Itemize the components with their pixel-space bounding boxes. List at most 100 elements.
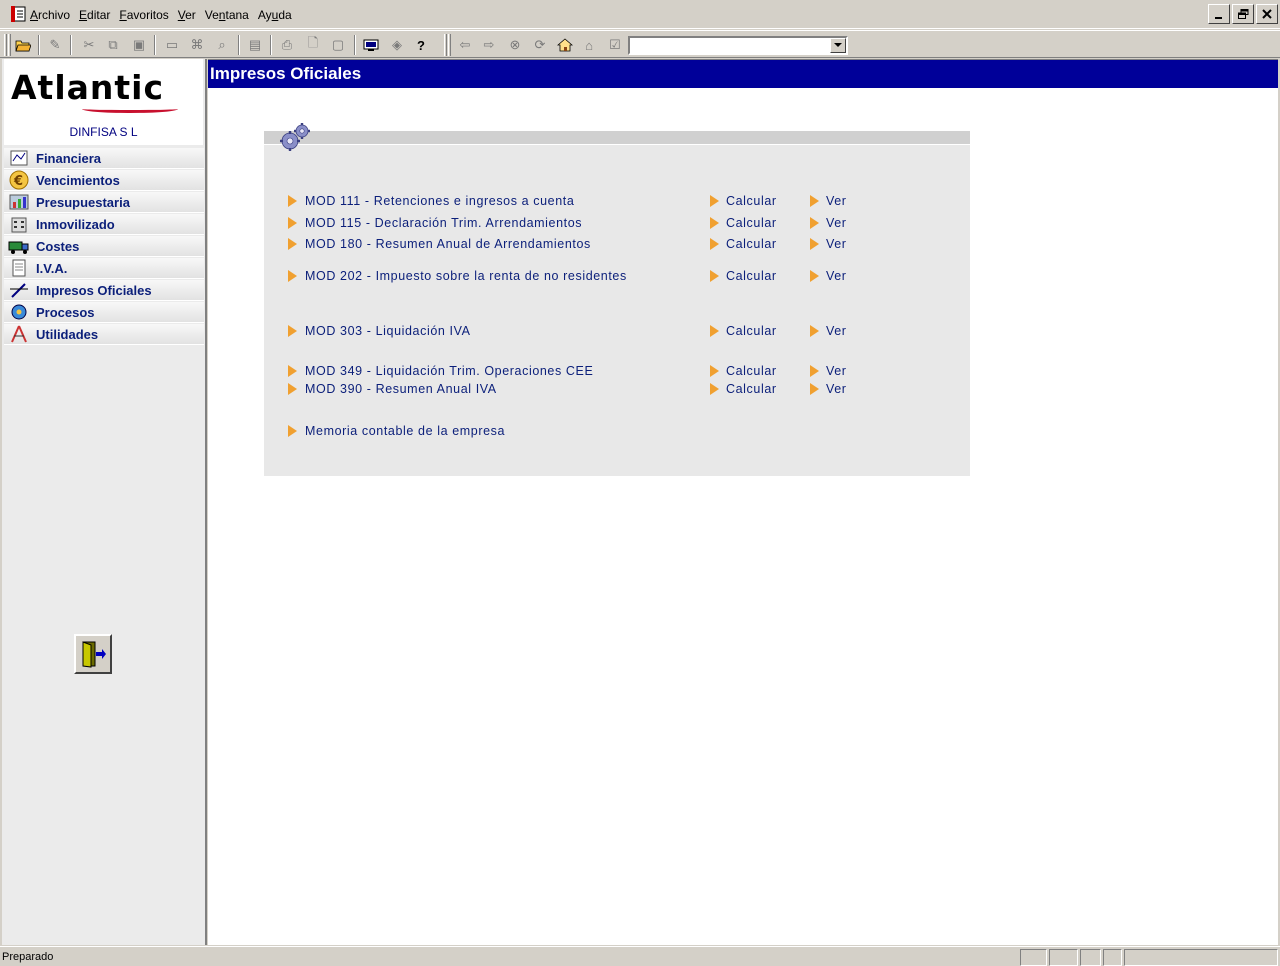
memoria-link[interactable]: Memoria contable de la empresa bbox=[305, 424, 505, 438]
menu-label-part: E bbox=[79, 8, 88, 22]
gears-icon bbox=[278, 121, 312, 153]
menu-label-part: da bbox=[278, 8, 292, 22]
svg-text:€: € bbox=[13, 174, 23, 189]
menu-ayuda[interactable]: Ayuda bbox=[258, 7, 297, 23]
print-preview-icon[interactable]: 🗋 bbox=[304, 35, 322, 54]
status-cell bbox=[1080, 949, 1101, 966]
history-icon[interactable]: ☑ bbox=[606, 36, 624, 54]
form-link[interactable]: MOD 202 - Impuesto sobre la renta de no … bbox=[305, 269, 627, 283]
menu-archivo[interactable]: Archivo bbox=[30, 7, 75, 23]
stop-icon[interactable]: ⊗ bbox=[506, 36, 524, 54]
sidebar-item-vencimientos[interactable]: € Vencimientos bbox=[4, 170, 204, 191]
calcular-link[interactable]: Calcular bbox=[726, 269, 777, 283]
ver-link[interactable]: Ver bbox=[826, 364, 847, 378]
back-icon[interactable]: ⇦ bbox=[456, 36, 474, 54]
form-link[interactable]: MOD 180 - Resumen Anual de Arrendamiento… bbox=[305, 237, 591, 251]
menu-label-part: V bbox=[177, 8, 186, 22]
ver-link[interactable]: Ver bbox=[826, 324, 847, 338]
sidebar-item-label: Presupuestaria bbox=[36, 194, 130, 210]
sidebar-item-procesos[interactable]: Procesos bbox=[4, 302, 204, 323]
ver-link[interactable]: Ver bbox=[826, 269, 847, 283]
arrow-right-icon bbox=[810, 365, 819, 377]
pen-icon bbox=[8, 280, 30, 300]
status-cell bbox=[1020, 949, 1047, 966]
calcular-link[interactable]: Calcular bbox=[726, 382, 777, 396]
dropdown-arrow-icon[interactable] bbox=[830, 38, 846, 53]
arrow-right-icon bbox=[710, 238, 719, 250]
ver-link[interactable]: Ver bbox=[826, 216, 847, 230]
ver-link[interactable]: Ver bbox=[826, 237, 847, 251]
toolbar-grip[interactable] bbox=[444, 34, 447, 56]
gear-icon bbox=[8, 302, 30, 322]
close-button[interactable] bbox=[1256, 4, 1278, 24]
restore-button[interactable] bbox=[1232, 4, 1254, 24]
form-link[interactable]: MOD 115 - Declaración Trim. Arrendamient… bbox=[305, 216, 582, 230]
menu-editar[interactable]: Editar bbox=[79, 7, 115, 23]
arrow-right-icon bbox=[288, 238, 297, 250]
sidebar: Atlantic DINFISA S L Financiera € Vencimie… bbox=[0, 59, 207, 945]
form-link[interactable]: MOD 111 - Retenciones e ingresos a cuent… bbox=[305, 194, 574, 208]
home-icon[interactable] bbox=[556, 36, 574, 54]
ver-link[interactable]: Ver bbox=[826, 194, 847, 208]
sidebar-item-i-v-a[interactable]: I.V.A. bbox=[4, 258, 204, 279]
sidebar-item-utilidades[interactable]: Utilidades bbox=[4, 324, 204, 345]
sidebar-item-inmovilizado[interactable]: Inmovilizado bbox=[4, 214, 204, 235]
menu-ver[interactable]: Ver bbox=[178, 7, 201, 23]
menu-bar: Archivo Editar Favoritos Ver Ventana Ayuda bbox=[0, 0, 1280, 29]
calcular-link[interactable]: Calcular bbox=[726, 364, 777, 378]
calcular-link[interactable]: Calcular bbox=[726, 194, 777, 208]
menu-label-part: tana bbox=[225, 8, 249, 22]
print-icon[interactable]: ⎙ bbox=[278, 36, 296, 54]
toolbar-grip[interactable] bbox=[4, 34, 7, 56]
form-row: MOD 115 - Declaración Trim. Arrendamient… bbox=[288, 215, 968, 233]
search-icon[interactable]: ⌕ bbox=[213, 36, 231, 54]
calcular-link[interactable]: Calcular bbox=[726, 216, 777, 230]
save-icon[interactable]: ▢ bbox=[329, 36, 347, 54]
form-row: MOD 202 - Impuesto sobre la renta de no … bbox=[288, 268, 968, 286]
copy-icon[interactable]: ⧉ bbox=[104, 36, 122, 54]
minimize-button[interactable] bbox=[1208, 4, 1230, 24]
find-icon[interactable]: ⌘ bbox=[188, 36, 206, 54]
arrow-right-icon bbox=[810, 238, 819, 250]
refresh-icon[interactable]: ⟳ bbox=[531, 36, 549, 54]
compass-icon bbox=[8, 324, 30, 344]
sidebar-item-label: Vencimientos bbox=[36, 172, 120, 188]
status-bar: Preparado bbox=[0, 946, 1280, 966]
cut-icon[interactable]: ✂ bbox=[80, 36, 98, 54]
menu-label-part: F bbox=[119, 8, 127, 22]
memoria-row: Memoria contable de la empresa bbox=[288, 423, 968, 441]
menu-label-part: er bbox=[185, 8, 196, 22]
tag-icon[interactable]: ◈ bbox=[388, 36, 406, 54]
favorites-icon[interactable]: ⌂ bbox=[580, 36, 598, 54]
address-combobox[interactable] bbox=[628, 36, 848, 55]
ver-link[interactable]: Ver bbox=[826, 382, 847, 396]
sidebar-item-presupuestaria[interactable]: Presupuestaria bbox=[4, 192, 204, 213]
monitor-icon[interactable] bbox=[362, 36, 380, 54]
menu-favoritos[interactable]: Favoritos bbox=[119, 7, 173, 23]
sidebar-item-financiera[interactable]: Financiera bbox=[4, 148, 204, 169]
form-link[interactable]: MOD 349 - Liquidación Trim. Operaciones … bbox=[305, 364, 593, 378]
window-icon[interactable]: ▭ bbox=[163, 36, 181, 54]
calcular-link[interactable]: Calcular bbox=[726, 237, 777, 251]
arrow-right-icon bbox=[288, 217, 297, 229]
arrow-right-icon bbox=[810, 383, 819, 395]
edit-icon[interactable]: ✎ bbox=[46, 36, 64, 54]
form-link[interactable]: MOD 303 - Liquidación IVA bbox=[305, 324, 471, 338]
calcular-link[interactable]: Calcular bbox=[726, 324, 777, 338]
arrow-right-icon bbox=[710, 195, 719, 207]
sidebar-item-label: Impresos Oficiales bbox=[36, 282, 152, 298]
form-link[interactable]: MOD 390 - Resumen Anual IVA bbox=[305, 382, 497, 396]
sidebar-item-impresos-oficiales[interactable]: Impresos Oficiales bbox=[4, 280, 204, 301]
sidebar-item-costes[interactable]: Costes bbox=[4, 236, 204, 257]
menu-ventana[interactable]: Ventana bbox=[205, 7, 254, 23]
open-icon[interactable] bbox=[14, 36, 32, 54]
scanner-icon[interactable]: ▤ bbox=[246, 36, 264, 54]
exit-button[interactable] bbox=[74, 634, 112, 674]
toolbar-grip[interactable] bbox=[8, 34, 11, 56]
toolbar-grip[interactable] bbox=[448, 34, 451, 56]
app-document-icon bbox=[10, 5, 26, 23]
forward-icon[interactable]: ⇨ bbox=[480, 36, 498, 54]
help-icon[interactable]: ? bbox=[412, 36, 430, 54]
paste-icon[interactable]: ▣ bbox=[130, 36, 148, 54]
form-row: MOD 111 - Retenciones e ingresos a cuent… bbox=[288, 193, 968, 211]
